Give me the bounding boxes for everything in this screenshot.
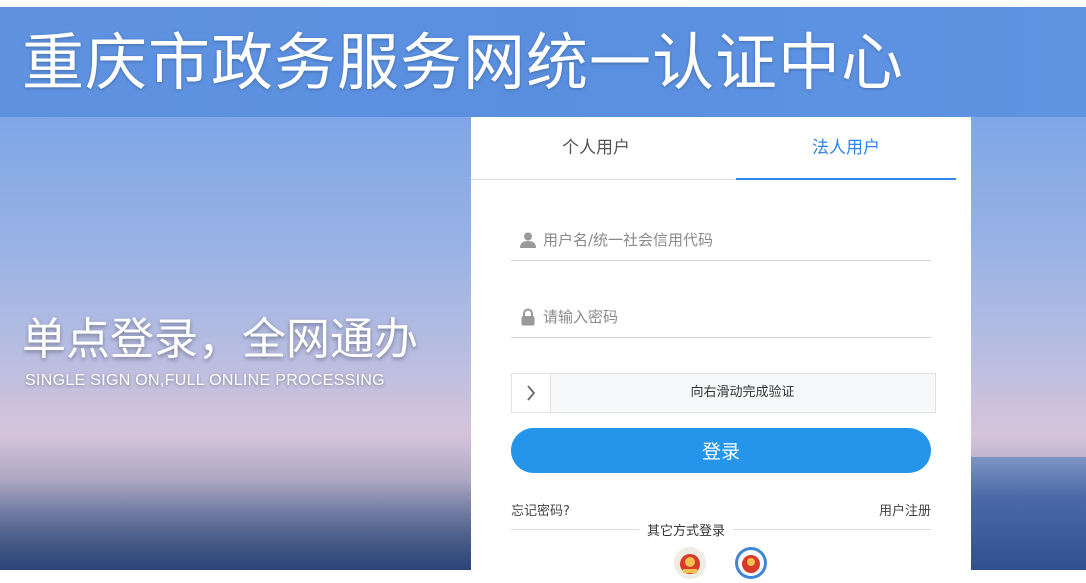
password-input[interactable] <box>541 302 925 332</box>
login-button[interactable]: 登录 <box>511 428 931 473</box>
top-strip <box>0 0 1086 7</box>
hero-slogan: 单点登录，全网通办 <box>22 314 418 365</box>
national-emblem-graphic <box>680 554 700 574</box>
page-title: 重庆市政务服务网统一认证中心 <box>22 26 905 99</box>
national-emblem-blue-icon[interactable] <box>735 547 767 579</box>
chevron-right-icon <box>527 385 536 401</box>
alt-login-label: 其它方式登录 <box>639 520 734 539</box>
forgot-password-link[interactable]: 忘记密码? <box>511 500 570 519</box>
slide-verification: 向右滑动完成验证 <box>511 373 936 413</box>
slider-hint: 向右滑动完成验证 <box>690 385 795 400</box>
hero-slogan-english: SINGLE SIGN ON,FULL ONLINE PROCESSING <box>25 372 385 389</box>
hero-sea <box>960 457 1086 570</box>
lock-icon <box>521 308 535 326</box>
user-icon <box>520 232 536 248</box>
username-input[interactable] <box>541 225 925 255</box>
slider-handle[interactable] <box>512 374 551 412</box>
national-emblem-blue-graphic <box>738 550 764 576</box>
password-field <box>511 297 931 338</box>
login-panel: 个人用户 法人用户 向右滑动完成验证 登录 忘记密码? 用户注册 其它方式登录 <box>471 117 971 579</box>
national-emblem-icon[interactable] <box>674 547 706 579</box>
username-field <box>511 220 931 261</box>
tab-personal-user[interactable]: 个人用户 <box>471 117 721 179</box>
header-banner: 重庆市政务服务网统一认证中心 <box>0 7 1086 117</box>
tab-legal-user[interactable]: 法人用户 <box>736 117 956 180</box>
register-link[interactable]: 用户注册 <box>879 500 931 519</box>
login-tabs: 个人用户 法人用户 <box>471 117 956 180</box>
